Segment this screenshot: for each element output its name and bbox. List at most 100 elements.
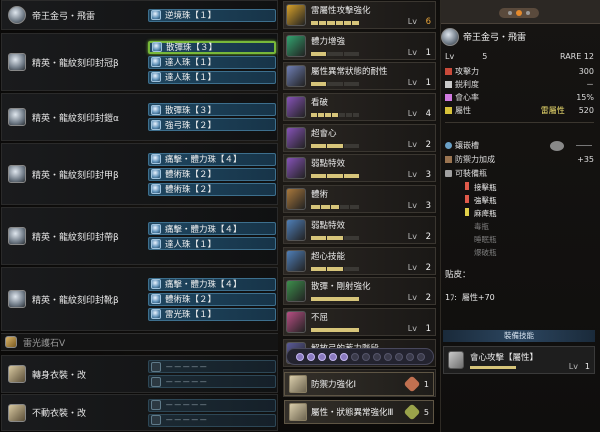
skill-row[interactable]: 散彈・剛射強化 Lv 2 xyxy=(283,277,436,306)
mantle-slot[interactable]: －－－－－ xyxy=(148,375,276,388)
decoration-gem-icon xyxy=(152,42,162,52)
decoration-name: 痛擊・體力珠【４】 xyxy=(165,280,242,290)
equipment-row[interactable]: 精英・龍紋刻印封冠β 散彈珠【３】 達人珠【１】 達人珠【１】 xyxy=(1,33,278,91)
skill-row[interactable]: 不屈 Lv 1 xyxy=(283,307,436,336)
lv-label: Lv xyxy=(445,52,455,61)
equipment-row[interactable]: 帝王金弓・飛雷 逆境珠【１】 xyxy=(1,0,278,30)
equipment-header: 精英・龍紋刻印封鎧α xyxy=(4,94,146,140)
decoration-slots: 痛擊・體力珠【４】 體術珠【２】 體術珠【２】 xyxy=(146,144,278,204)
decoration-slots: 逆境珠【１】 xyxy=(146,1,278,29)
equipment-row[interactable]: 精英・龍紋刻印封帶β 痛擊・體力珠【４】 達人珠【１】 xyxy=(1,207,278,265)
skill-level-bar xyxy=(311,174,359,179)
skill-row[interactable]: 雷屬性攻擊強化 Lv 6 xyxy=(283,1,436,29)
mantle-slot[interactable]: －－－－－ xyxy=(148,398,276,412)
decoration-slots: 痛擊・體力珠【４】 體術珠【２】雷光珠【１】 xyxy=(146,268,278,330)
armor-icon xyxy=(8,165,26,183)
vial-icon xyxy=(465,247,469,255)
mantle-row[interactable]: 不動衣裝・改 －－－－－ －－－－－ xyxy=(1,394,278,431)
set-gem-icon xyxy=(403,375,421,393)
decoration-slot[interactable]: 達人珠【１】 xyxy=(148,70,276,84)
set-bonus-row[interactable]: 防禦力強化Ⅰ 1 xyxy=(284,372,434,396)
skill-row[interactable]: 弱點特效 Lv 3 xyxy=(283,154,436,183)
decoration-slot[interactable]: 體術珠【２】 xyxy=(148,167,276,181)
skill-level: 2 xyxy=(425,262,431,273)
stat-value: 15% xyxy=(576,93,594,102)
coating-name: 爆破瓶 xyxy=(474,248,497,257)
slot-gem-icon xyxy=(550,140,564,151)
decoration-slot[interactable]: 散彈珠【３】 xyxy=(148,103,276,116)
decoration-slot[interactable]: 痛擊・體力珠【４】 xyxy=(148,222,276,235)
coating-name: 毒瓶 xyxy=(474,222,489,231)
skill-row[interactable]: 體力增強 Lv 1 xyxy=(283,31,436,60)
decoration-slot[interactable]: 達人珠【１】 xyxy=(148,237,276,250)
slot-label: 鑲嵌槽 xyxy=(455,141,479,150)
coating-label: 可裝備瓶 xyxy=(455,169,487,178)
mantle-slot[interactable]: －－－－－ xyxy=(148,360,276,373)
skill-level-bar xyxy=(311,82,359,87)
decoration-slot[interactable]: 逆境珠【１】 xyxy=(148,8,276,22)
decoration-name: 體術珠【２】 xyxy=(165,295,217,305)
vial-icon xyxy=(465,221,469,229)
defense-row: 防禦力加成 +35 xyxy=(445,154,594,165)
decoration-gem-icon xyxy=(151,238,161,249)
skill-icon xyxy=(286,4,306,26)
defense-label: 防禦力加成 xyxy=(455,155,495,164)
skill-icon xyxy=(286,34,306,57)
mantle-icon xyxy=(8,403,26,422)
decoration-slot[interactable]: 痛擊・體力珠【４】 xyxy=(148,152,276,166)
decoration-gem-icon xyxy=(151,184,161,194)
skill-lv-label: Lv xyxy=(407,139,417,149)
mantle-slot[interactable]: －－－－－ xyxy=(148,413,276,427)
equipment-screen: 帝王金弓・飛雷 逆境珠【１】 精英・龍紋刻印封冠β 散彈珠【３】 達人珠【１】 達人珠【１… xyxy=(0,0,600,432)
mantle-slots: －－－－－ －－－－－ xyxy=(146,395,278,430)
skill-icon xyxy=(286,280,306,303)
skill-row[interactable]: 超會心 Lv 2 xyxy=(283,123,436,152)
level-row: Lv 5 RARE 12 xyxy=(445,52,594,61)
empty-slot-icon xyxy=(151,400,161,410)
vial-icon xyxy=(465,195,469,203)
weapon-detail-panel: 帝王金弓・飛雷 Lv 5 RARE 12 攻擊力 300 鋭利度 － 會心率 15% 屬性 雷… xyxy=(440,0,600,432)
equip-skill-card[interactable]: 會心攻擊【屬性】 Lv 1 xyxy=(443,346,595,374)
decoration-name: 痛擊・體力珠【４】 xyxy=(165,155,242,165)
set-bonus-row[interactable]: 屬性・狀態異常強化Ⅲ 5 xyxy=(284,400,434,424)
decoration-slot[interactable]: 達人珠【１】 xyxy=(148,55,276,69)
decoration-slot[interactable]: 散彈珠【３】 xyxy=(148,40,276,54)
stat-label: 攻擊力 xyxy=(455,67,479,76)
skill-row[interactable]: 屬性異常狀態的耐性 Lv 1 xyxy=(283,62,436,91)
stat-row: 屬性 雷屬性 520 xyxy=(445,105,594,116)
decoration-slot[interactable]: 體術珠【２】 xyxy=(148,182,276,196)
decoration-gem-icon xyxy=(151,10,161,20)
stat-row: 攻擊力 300 xyxy=(445,66,594,77)
equipment-row[interactable]: 精英・龍紋刻印封鎧α 散彈珠【３】 強弓珠【２】 xyxy=(1,93,278,141)
skill-row[interactable]: 弱點特效 Lv 2 xyxy=(283,215,436,244)
stat-label: 屬性 xyxy=(455,106,471,115)
equip-skill-level: 1 xyxy=(584,362,590,371)
mantle-row[interactable]: 轉身衣裝・改 －－－－－ －－－－－ xyxy=(1,355,278,393)
decoration-slot[interactable]: 體術珠【２】 xyxy=(148,292,276,306)
charm-row[interactable]: 雷光護石Ⅴ xyxy=(1,333,278,351)
coating-row: 可裝備瓶 xyxy=(445,168,594,179)
mantle-header: 轉身衣裝・改 xyxy=(4,356,146,392)
decoration-name: 體術珠【２】 xyxy=(165,185,217,195)
coating-item: 毒瓶 xyxy=(465,221,489,232)
page-indicator[interactable] xyxy=(499,8,539,18)
skill-lv-label: Lv xyxy=(407,323,417,333)
decoration-slot[interactable]: 痛擊・體力珠【４】 xyxy=(148,277,276,291)
skill-lv-label: Lv xyxy=(407,109,417,119)
skill-row[interactable]: 體術 Lv 3 xyxy=(283,185,436,214)
decoration-slots: 散彈珠【３】 強弓珠【２】 xyxy=(146,94,278,140)
equipment-row[interactable]: 精英・龍紋刻印封靴β 痛擊・體力珠【４】 體術珠【２】 雷光珠【１】 xyxy=(1,267,278,331)
skill-name: 看破 xyxy=(311,98,329,109)
stat-label: 會心率 xyxy=(455,93,479,102)
decoration-slot[interactable]: 強弓珠【２】 xyxy=(148,118,276,131)
equip-skill-lv-label: Lv xyxy=(568,362,578,371)
equipment-name: 精英・龍紋刻印封甲β xyxy=(32,170,119,181)
decoration-slot[interactable]: 雷光珠【１】 xyxy=(148,307,276,321)
element-type: 雷屬性 xyxy=(540,106,565,115)
equipment-row[interactable]: 精英・龍紋刻印封甲β 痛擊・體力珠【４】 體術珠【２】 體術珠【２】 xyxy=(1,143,278,205)
skill-row[interactable]: 看破 Lv 4 xyxy=(283,93,436,122)
skill-name: 體術 xyxy=(311,190,329,201)
stat-icon xyxy=(445,107,452,114)
decoration-gem-icon xyxy=(151,169,161,179)
skill-row[interactable]: 超心技能 Lv 2 xyxy=(283,246,436,275)
